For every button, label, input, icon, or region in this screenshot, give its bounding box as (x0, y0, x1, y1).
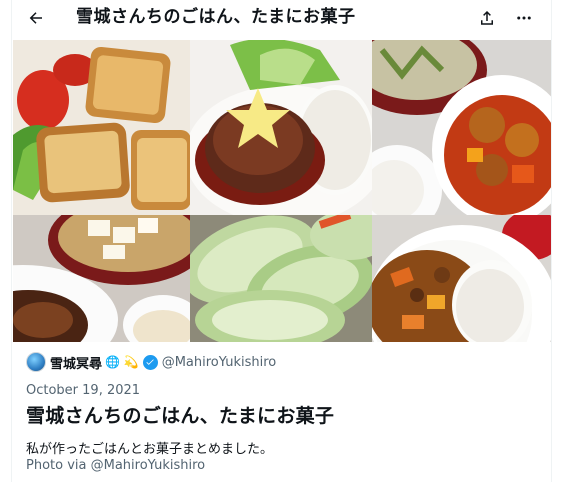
author-handle[interactable]: @MahiroYukishiro (162, 355, 277, 370)
photo-tile-sweet-sour-pork[interactable] (372, 40, 551, 215)
author-emojis: 🌐 💫 (105, 355, 139, 369)
author-row: 雪城冥尋 🌐 💫 @MahiroYukishiro (26, 352, 276, 372)
avatar[interactable] (26, 352, 46, 372)
post-heading: 雪城さんちのごはん、たまにお菓子 (26, 405, 335, 427)
share-button[interactable] (475, 6, 499, 30)
post-date: October 19, 2021 (26, 383, 141, 398)
post-description: 私が作ったごはんとお菓子まとめました。 (26, 442, 274, 457)
verified-badge-icon (142, 354, 158, 370)
photo-tile-hamburg-steak[interactable] (190, 40, 372, 215)
french-toast-image (13, 40, 190, 215)
photo-gallery (13, 40, 551, 342)
sweet-sour-pork-image (372, 40, 551, 215)
page-title: 雪城さんちのごはん、たまにお菓子 (76, 7, 356, 27)
arrow-left-icon (29, 12, 42, 24)
share-icon (481, 10, 493, 25)
curry-rice-image (372, 215, 551, 342)
cabbage-rolls-image (190, 215, 372, 342)
photo-tile-french-toast[interactable] (13, 40, 190, 215)
card-frame: 雪城さんちのごはん、たまにお菓子 雪城冥尋 🌐 💫 @MahiroYukishi… (11, 0, 552, 482)
more-dots-icon (517, 16, 531, 20)
author-name[interactable]: 雪城冥尋 (50, 353, 102, 372)
top-bar: 雪城さんちのごはん、たまにお菓子 (12, 0, 551, 36)
more-button[interactable] (512, 6, 536, 30)
hamburg-steak-image (190, 40, 372, 215)
photo-tile-tofu-soup[interactable] (13, 215, 190, 342)
photo-credit: Photo via @MahiroYukishiro (26, 458, 206, 473)
back-button[interactable] (24, 6, 48, 30)
photo-tile-cabbage-rolls[interactable] (190, 215, 372, 342)
tofu-soup-image (13, 215, 190, 342)
photo-tile-curry-rice[interactable] (372, 215, 551, 342)
